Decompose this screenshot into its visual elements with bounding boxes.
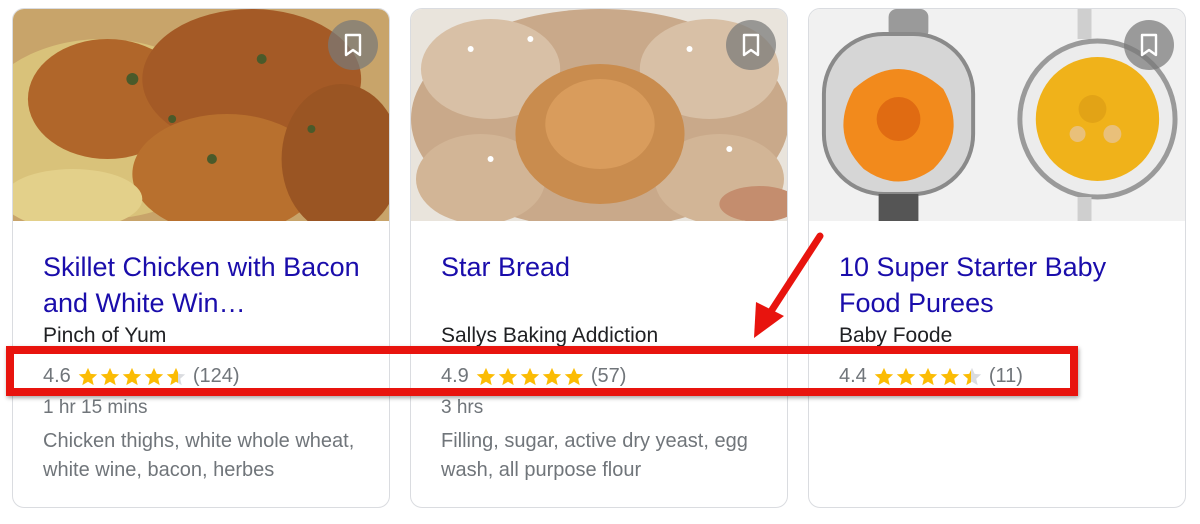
star-icon [564,367,583,385]
star-icon [122,367,141,385]
recipe-source: Sallys Baking Addiction [441,324,659,347]
star-icon [498,367,517,385]
ingredients: Filling, sugar, active dry yeast, egg wa… [441,430,748,481]
recipe-source: Pinch of Yum [43,324,167,347]
ingredients: Chicken thighs, white whole wheat, white… [43,430,355,481]
bookmark-button[interactable] [328,20,378,70]
review-count: (57) [590,365,627,387]
review-count: (11) [988,365,1023,387]
bookmark-icon [344,33,362,57]
star-rating [873,366,983,388]
star-rating [77,366,187,388]
rating-row: 4.4 (11) [839,365,1023,388]
bookmark-button[interactable] [1124,20,1174,70]
rating-value: 4.6 [43,365,71,387]
recipe-card[interactable]: Skillet Chicken with Bacon and White Win… [12,8,390,508]
star-icon [520,367,539,385]
recipe-card[interactable]: 10 Super Starter Baby Food Purees Baby F… [808,8,1186,508]
star-icon [144,367,163,385]
star-icon [918,367,937,385]
star-icon [896,367,915,385]
star-icon [100,367,119,385]
review-count: (124) [192,365,240,387]
cook-time: 3 hrs [441,397,484,418]
recipe-source: Baby Foode [839,324,953,347]
star-rating [475,366,585,388]
rating-value: 4.9 [441,365,469,387]
rating-row: 4.9 (57) [441,365,626,388]
star-icon [166,367,185,385]
star-icon [940,367,959,385]
star-icon [476,367,495,385]
star-icon [962,367,981,385]
recipe-card[interactable]: Star Bread Sallys Baking Addiction 4.9 (… [410,8,788,508]
star-icon [874,367,893,385]
bookmark-button[interactable] [726,20,776,70]
bookmark-icon [1140,33,1158,57]
cook-time: 1 hr 15 mins [43,397,148,418]
recipe-title-link[interactable]: Star Bread [441,249,771,285]
star-icon [542,367,561,385]
star-icon [78,367,97,385]
bookmark-icon [742,33,760,57]
rating-row: 4.6 (124) [43,365,240,388]
rating-value: 4.4 [839,365,867,387]
recipe-title-link[interactable]: 10 Super Starter Baby Food Purees [839,249,1169,321]
recipe-title-link[interactable]: Skillet Chicken with Bacon and White Win… [43,249,373,321]
